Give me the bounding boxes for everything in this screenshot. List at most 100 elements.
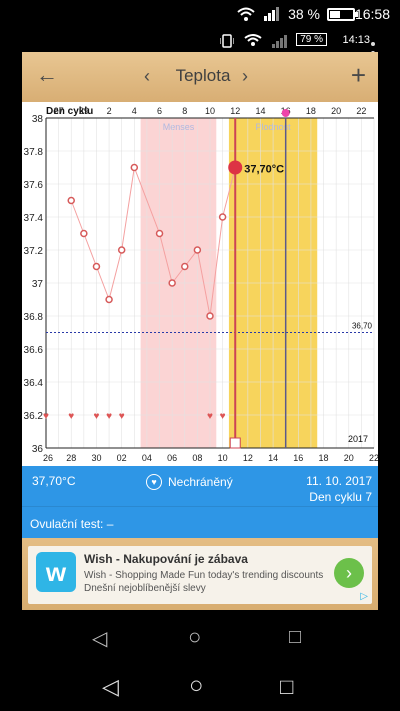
top-tick-label: 12 (230, 106, 240, 116)
top-tick-label: 29 (79, 106, 89, 116)
top-tick-label: 2 (107, 106, 112, 116)
temperature-chart[interactable]: Menses Plodnost 38 37.8 37.6 37.4 37.2 37 36.8 36… (22, 102, 378, 466)
next-cycle-button[interactable]: › (242, 66, 248, 87)
coverline-label: 36,70 (352, 322, 373, 331)
day-info-panel: 37,70°C ♥ Nechráněný 11. 10. 2017 Den cy… (22, 466, 378, 506)
wish-logo: w (36, 552, 76, 592)
temperature-point (181, 262, 189, 271)
selected-temperature: 37,70°C (32, 474, 76, 488)
bottom-tick-label: 20 (344, 453, 354, 463)
y-tick-label: 36.4 (24, 378, 44, 389)
y-tick-label: 38 (32, 114, 44, 125)
navigation-bar-outer: ◁ ○ □ (0, 660, 400, 710)
ad-line2: Dnešní nejoblíbenější slevy (84, 583, 206, 594)
year-label: 2017 (348, 434, 368, 444)
nav-home-icon[interactable]: ○ (188, 624, 201, 650)
page-title: Teplota (175, 66, 231, 85)
add-button[interactable]: + (351, 60, 366, 91)
nav-back-icon[interactable]: ◁ (102, 674, 119, 700)
y-tick-label: 36.6 (24, 345, 44, 356)
bottom-tick-label: 12 (243, 453, 253, 463)
top-tick-label: 14 (255, 106, 265, 116)
inner-status-bar: 79 % 14:13 (0, 30, 400, 52)
ad-banner[interactable]: w Wish - Nakupování je zábava Wish - Sho… (22, 538, 378, 610)
heart-marker: ♥ (106, 411, 112, 422)
bottom-tick-label: 26 (43, 453, 53, 463)
heart-marker: ♥ (43, 411, 49, 422)
heart-marker: ♥ (207, 411, 213, 422)
battery-percent: 79 % (296, 33, 327, 46)
battery-icon (327, 8, 355, 21)
bottom-tick-label: 28 (66, 453, 76, 463)
battery-percent: 38 % (288, 6, 320, 22)
y-tick-label: 36.2 (24, 411, 44, 422)
bottom-tick-label: 04 (142, 453, 152, 463)
top-tick-label: 18 (306, 106, 316, 116)
temperature-point (67, 196, 75, 205)
top-tick-label: 22 (356, 106, 366, 116)
heart-marker: ♥ (93, 411, 99, 422)
top-tick-label: 4 (132, 106, 137, 116)
y-tick-label: 37.2 (24, 246, 44, 257)
protection-label: Nechráněný (168, 475, 233, 489)
wifi-icon (244, 34, 262, 46)
bottom-tick-label: 10 (218, 453, 228, 463)
temperature-point (130, 163, 139, 172)
temperature-point (92, 262, 101, 271)
app-window: ← ‹ Teplota › + Menses Plodnost 38 37.8 37.6… (22, 52, 378, 610)
temperature-point (206, 312, 214, 320)
selected-day-marker (229, 437, 241, 449)
ad-card[interactable]: w Wish - Nakupování je zábava Wish - Sho… (28, 546, 372, 604)
chart-svg[interactable]: Menses Plodnost3837.837.637.437.23736.836… (22, 102, 378, 466)
temperature-point (193, 246, 202, 254)
ad-go-button[interactable]: › (334, 558, 364, 588)
top-tick-label: 27 (54, 106, 64, 116)
protection-status[interactable]: ♥ Nechráněný (146, 474, 233, 490)
nav-home-icon[interactable]: ○ (189, 672, 204, 700)
temperature-point (155, 229, 164, 238)
bottom-tick-label: 08 (192, 453, 202, 463)
status-bar: 38 % 16:58 (0, 0, 400, 30)
selected-point (228, 160, 243, 175)
temperature-point (117, 246, 126, 254)
y-tick-label: 37.6 (24, 180, 44, 191)
clock: 16:58 (354, 6, 390, 22)
bottom-tick-label: 30 (91, 453, 101, 463)
bottom-tick-label: 14 (268, 453, 278, 463)
top-tick-label: 20 (331, 106, 341, 116)
y-tick-label: 37.8 (24, 147, 44, 158)
menses-label: Menses (163, 122, 195, 132)
top-tick-label: 6 (157, 106, 162, 116)
ovulation-test-row[interactable]: Ovulační test: – (22, 506, 378, 538)
nav-recent-icon[interactable]: □ (289, 626, 301, 649)
wifi-icon (237, 7, 255, 21)
ad-choices-icon[interactable]: ▷ (360, 591, 368, 602)
phone-screen: 38 % 16:58 79 % 14:13 ← ‹ Teplota › + Me… (0, 0, 400, 711)
cycle-day: Den cyklu 7 (309, 490, 372, 504)
nav-back-icon[interactable]: ◁ (92, 626, 107, 651)
top-tick-label: 10 (205, 106, 215, 116)
temperature-point (80, 229, 88, 238)
ad-line1: Wish - Shopping Made Fun today's trendin… (84, 570, 324, 581)
heart-marker: ♥ (119, 411, 125, 422)
heart-marker: ♥ (220, 411, 226, 422)
bottom-tick-label: 22 (369, 453, 378, 463)
y-tick-label: 36.8 (24, 312, 44, 323)
temperature-point (105, 295, 113, 304)
selected-date: 11. 10. 2017 (306, 474, 372, 488)
today-marker (281, 109, 290, 117)
signal-icon (272, 35, 287, 48)
ad-title: Wish - Nakupování je zábava (84, 552, 248, 566)
navigation-bar: ◁ ○ □ (0, 612, 400, 662)
nav-recent-icon[interactable]: □ (280, 674, 293, 700)
clock: 14:13 (342, 34, 370, 46)
temperature-point (168, 279, 176, 287)
back-arrow-icon[interactable]: ← (36, 62, 58, 88)
previous-cycle-button[interactable]: ‹ (144, 66, 150, 87)
heart-marker: ♥ (68, 411, 74, 422)
selected-label: 37,70°C (244, 164, 284, 176)
y-tick-label: 36 (32, 444, 44, 455)
y-tick-label: 37.4 (24, 213, 44, 224)
temperature-point (218, 213, 227, 221)
heart-icon: ♥ (146, 474, 162, 490)
